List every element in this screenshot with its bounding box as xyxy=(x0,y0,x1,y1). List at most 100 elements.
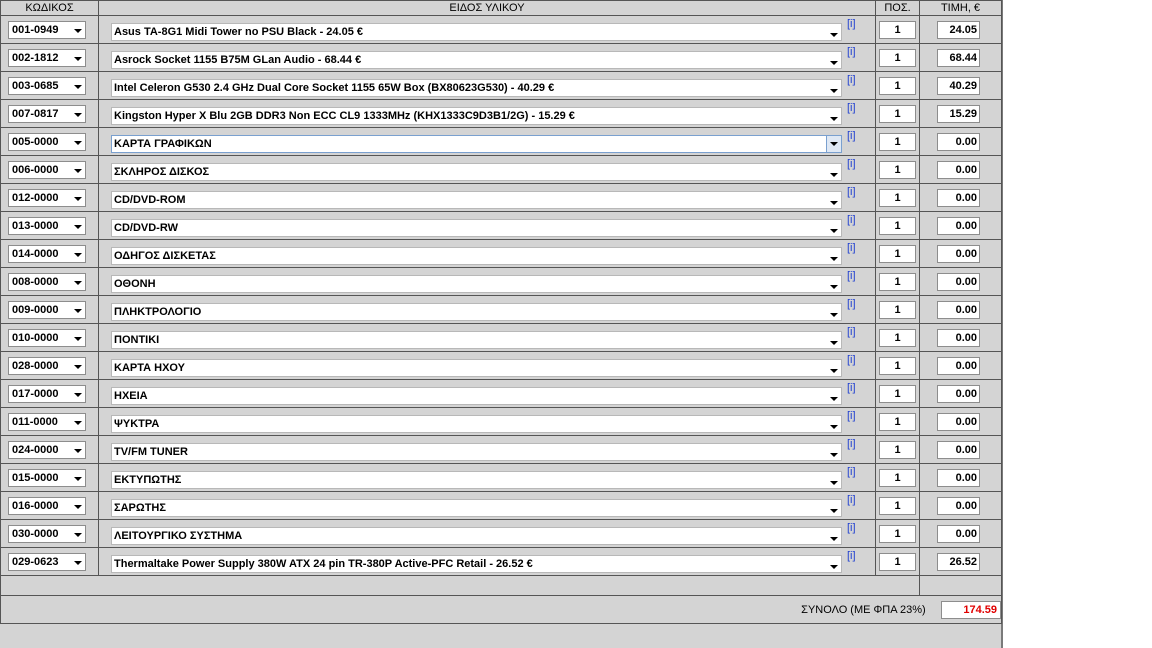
quantity-input[interactable]: 1 xyxy=(879,104,916,123)
item-select[interactable]: ΠΛΗΚΤΡΟΛΟΓΙΟ xyxy=(111,303,842,321)
item-value: Kingston Hyper X Blu 2GB DDR3 Non ECC CL… xyxy=(114,110,575,122)
info-link[interactable]: [i] xyxy=(847,466,856,478)
item-select[interactable]: ΠΟΝΤΙΚΙ xyxy=(111,331,842,349)
info-link[interactable]: [i] xyxy=(847,74,856,86)
item-select[interactable]: CD/DVD-RW xyxy=(111,219,842,237)
code-cell: 009-0000 xyxy=(0,295,99,324)
item-select[interactable]: Intel Celeron G530 2.4 GHz Dual Core Soc… xyxy=(111,79,842,97)
quantity-input[interactable]: 1 xyxy=(879,244,916,263)
code-select[interactable]: 028-0000 xyxy=(8,356,86,375)
info-link[interactable]: [i] xyxy=(847,270,856,282)
quantity-input[interactable]: 1 xyxy=(879,20,916,39)
quantity-input[interactable]: 1 xyxy=(879,132,916,151)
item-cell: ΛΕΙΤΟΥΡΓΙΚΟ ΣΥΣΤΗΜΑ [i] xyxy=(98,519,876,548)
code-select[interactable]: 016-0000 xyxy=(8,496,86,515)
item-value: Asrock Socket 1155 B75M GLan Audio - 68.… xyxy=(114,54,362,66)
item-select[interactable]: Thermaltake Power Supply 380W ATX 24 pin… xyxy=(111,555,842,573)
item-select[interactable]: ΚΑΡΤΑ ΗΧΟΥ xyxy=(111,359,842,377)
item-select[interactable]: Kingston Hyper X Blu 2GB DDR3 Non ECC CL… xyxy=(111,107,842,125)
code-select[interactable]: 017-0000 xyxy=(8,384,86,403)
qty-cell: 1 xyxy=(875,267,920,296)
item-select[interactable]: ΚΑΡΤΑ ΓΡΑΦΙΚΩΝ xyxy=(111,135,842,153)
code-select[interactable]: 012-0000 xyxy=(8,188,86,207)
info-link[interactable]: [i] xyxy=(847,242,856,254)
item-select[interactable]: ΣΚΛΗΡΟΣ ΔΙΣΚΟΣ xyxy=(111,163,842,181)
chevron-down-icon xyxy=(830,61,838,65)
info-link[interactable]: [i] xyxy=(847,410,856,422)
quantity-input[interactable]: 1 xyxy=(879,412,916,431)
item-select[interactable]: ΗΧΕΙΑ xyxy=(111,387,842,405)
code-select[interactable]: 005-0000 xyxy=(8,132,86,151)
code-select[interactable]: 024-0000 xyxy=(8,440,86,459)
qty-cell: 1 xyxy=(875,15,920,44)
item-select[interactable]: Asus TA-8G1 Midi Tower no PSU Black - 24… xyxy=(111,23,842,41)
quantity-input[interactable]: 1 xyxy=(879,328,916,347)
code-select[interactable]: 009-0000 xyxy=(8,300,86,319)
table-row: 016-0000 ΣΑΡΩΤΗΣ [i] 1 0.00 xyxy=(0,491,1002,520)
quantity-input[interactable]: 1 xyxy=(879,48,916,67)
code-select[interactable]: 001-0949 xyxy=(8,20,86,39)
code-select[interactable]: 029-0623 xyxy=(8,552,86,571)
item-select[interactable]: ΣΑΡΩΤΗΣ xyxy=(111,499,842,517)
quantity-input[interactable]: 1 xyxy=(879,188,916,207)
info-link[interactable]: [i] xyxy=(847,102,856,114)
info-link[interactable]: [i] xyxy=(847,214,856,226)
code-select[interactable]: 015-0000 xyxy=(8,468,86,487)
code-select[interactable]: 014-0000 xyxy=(8,244,86,263)
code-select[interactable]: 003-0685 xyxy=(8,76,86,95)
qty-cell: 1 xyxy=(875,211,920,240)
info-link[interactable]: [i] xyxy=(847,494,856,506)
item-select[interactable]: Asrock Socket 1155 B75M GLan Audio - 68.… xyxy=(111,51,842,69)
dropdown-button[interactable] xyxy=(826,136,841,152)
qty-cell: 1 xyxy=(875,295,920,324)
item-select[interactable]: ΨΥΚΤΡΑ xyxy=(111,415,842,433)
quantity-input[interactable]: 1 xyxy=(879,160,916,179)
code-value: 008-0000 xyxy=(12,275,59,288)
info-link[interactable]: [i] xyxy=(847,298,856,310)
chevron-down-icon xyxy=(74,168,82,173)
code-value: 005-0000 xyxy=(12,135,59,148)
info-link[interactable]: [i] xyxy=(847,186,856,198)
info-link[interactable]: [i] xyxy=(847,354,856,366)
code-select[interactable]: 010-0000 xyxy=(8,328,86,347)
qty-cell: 1 xyxy=(875,519,920,548)
code-select[interactable]: 006-0000 xyxy=(8,160,86,179)
info-link[interactable]: [i] xyxy=(847,438,856,450)
item-select[interactable]: ΛΕΙΤΟΥΡΓΙΚΟ ΣΥΣΤΗΜΑ xyxy=(111,527,842,545)
info-link[interactable]: [i] xyxy=(847,382,856,394)
item-value: ΕΚΤΥΠΩΤΗΣ xyxy=(114,474,182,486)
quantity-input[interactable]: 1 xyxy=(879,440,916,459)
info-link[interactable]: [i] xyxy=(847,550,856,562)
item-select[interactable]: ΟΘΟΝΗ xyxy=(111,275,842,293)
code-select[interactable]: 030-0000 xyxy=(8,524,86,543)
quantity-input[interactable]: 1 xyxy=(879,272,916,291)
order-rows: 001-0949 Asus TA-8G1 Midi Tower no PSU Bl… xyxy=(0,15,1002,576)
quantity-input[interactable]: 1 xyxy=(879,552,916,571)
item-select[interactable]: ΟΔΗΓΟΣ ΔΙΣΚΕΤΑΣ xyxy=(111,247,842,265)
code-select[interactable]: 007-0817 xyxy=(8,104,86,123)
item-select[interactable]: ΕΚΤΥΠΩΤΗΣ xyxy=(111,471,842,489)
quantity-input[interactable]: 1 xyxy=(879,300,916,319)
code-select[interactable]: 002-1812 xyxy=(8,48,86,67)
info-link[interactable]: [i] xyxy=(847,522,856,534)
code-select[interactable]: 011-0000 xyxy=(8,412,86,431)
quantity-input[interactable]: 1 xyxy=(879,76,916,95)
info-link[interactable]: [i] xyxy=(847,46,856,58)
quantity-input[interactable]: 1 xyxy=(879,496,916,515)
info-link[interactable]: [i] xyxy=(847,18,856,30)
item-select[interactable]: TV/FM TUNER xyxy=(111,443,842,461)
qty-cell: 1 xyxy=(875,407,920,436)
item-select[interactable]: CD/DVD-ROM xyxy=(111,191,842,209)
item-value: CD/DVD-RW xyxy=(114,222,178,234)
quantity-input[interactable]: 1 xyxy=(879,384,916,403)
info-link[interactable]: [i] xyxy=(847,326,856,338)
info-link[interactable]: [i] xyxy=(847,130,856,142)
info-link[interactable]: [i] xyxy=(847,158,856,170)
quantity-input[interactable]: 1 xyxy=(879,216,916,235)
quantity-input[interactable]: 1 xyxy=(879,356,916,375)
code-select[interactable]: 013-0000 xyxy=(8,216,86,235)
code-select[interactable]: 008-0000 xyxy=(8,272,86,291)
quantity-input[interactable]: 1 xyxy=(879,468,916,487)
quantity-input[interactable]: 1 xyxy=(879,524,916,543)
code-cell: 029-0623 xyxy=(0,547,99,576)
